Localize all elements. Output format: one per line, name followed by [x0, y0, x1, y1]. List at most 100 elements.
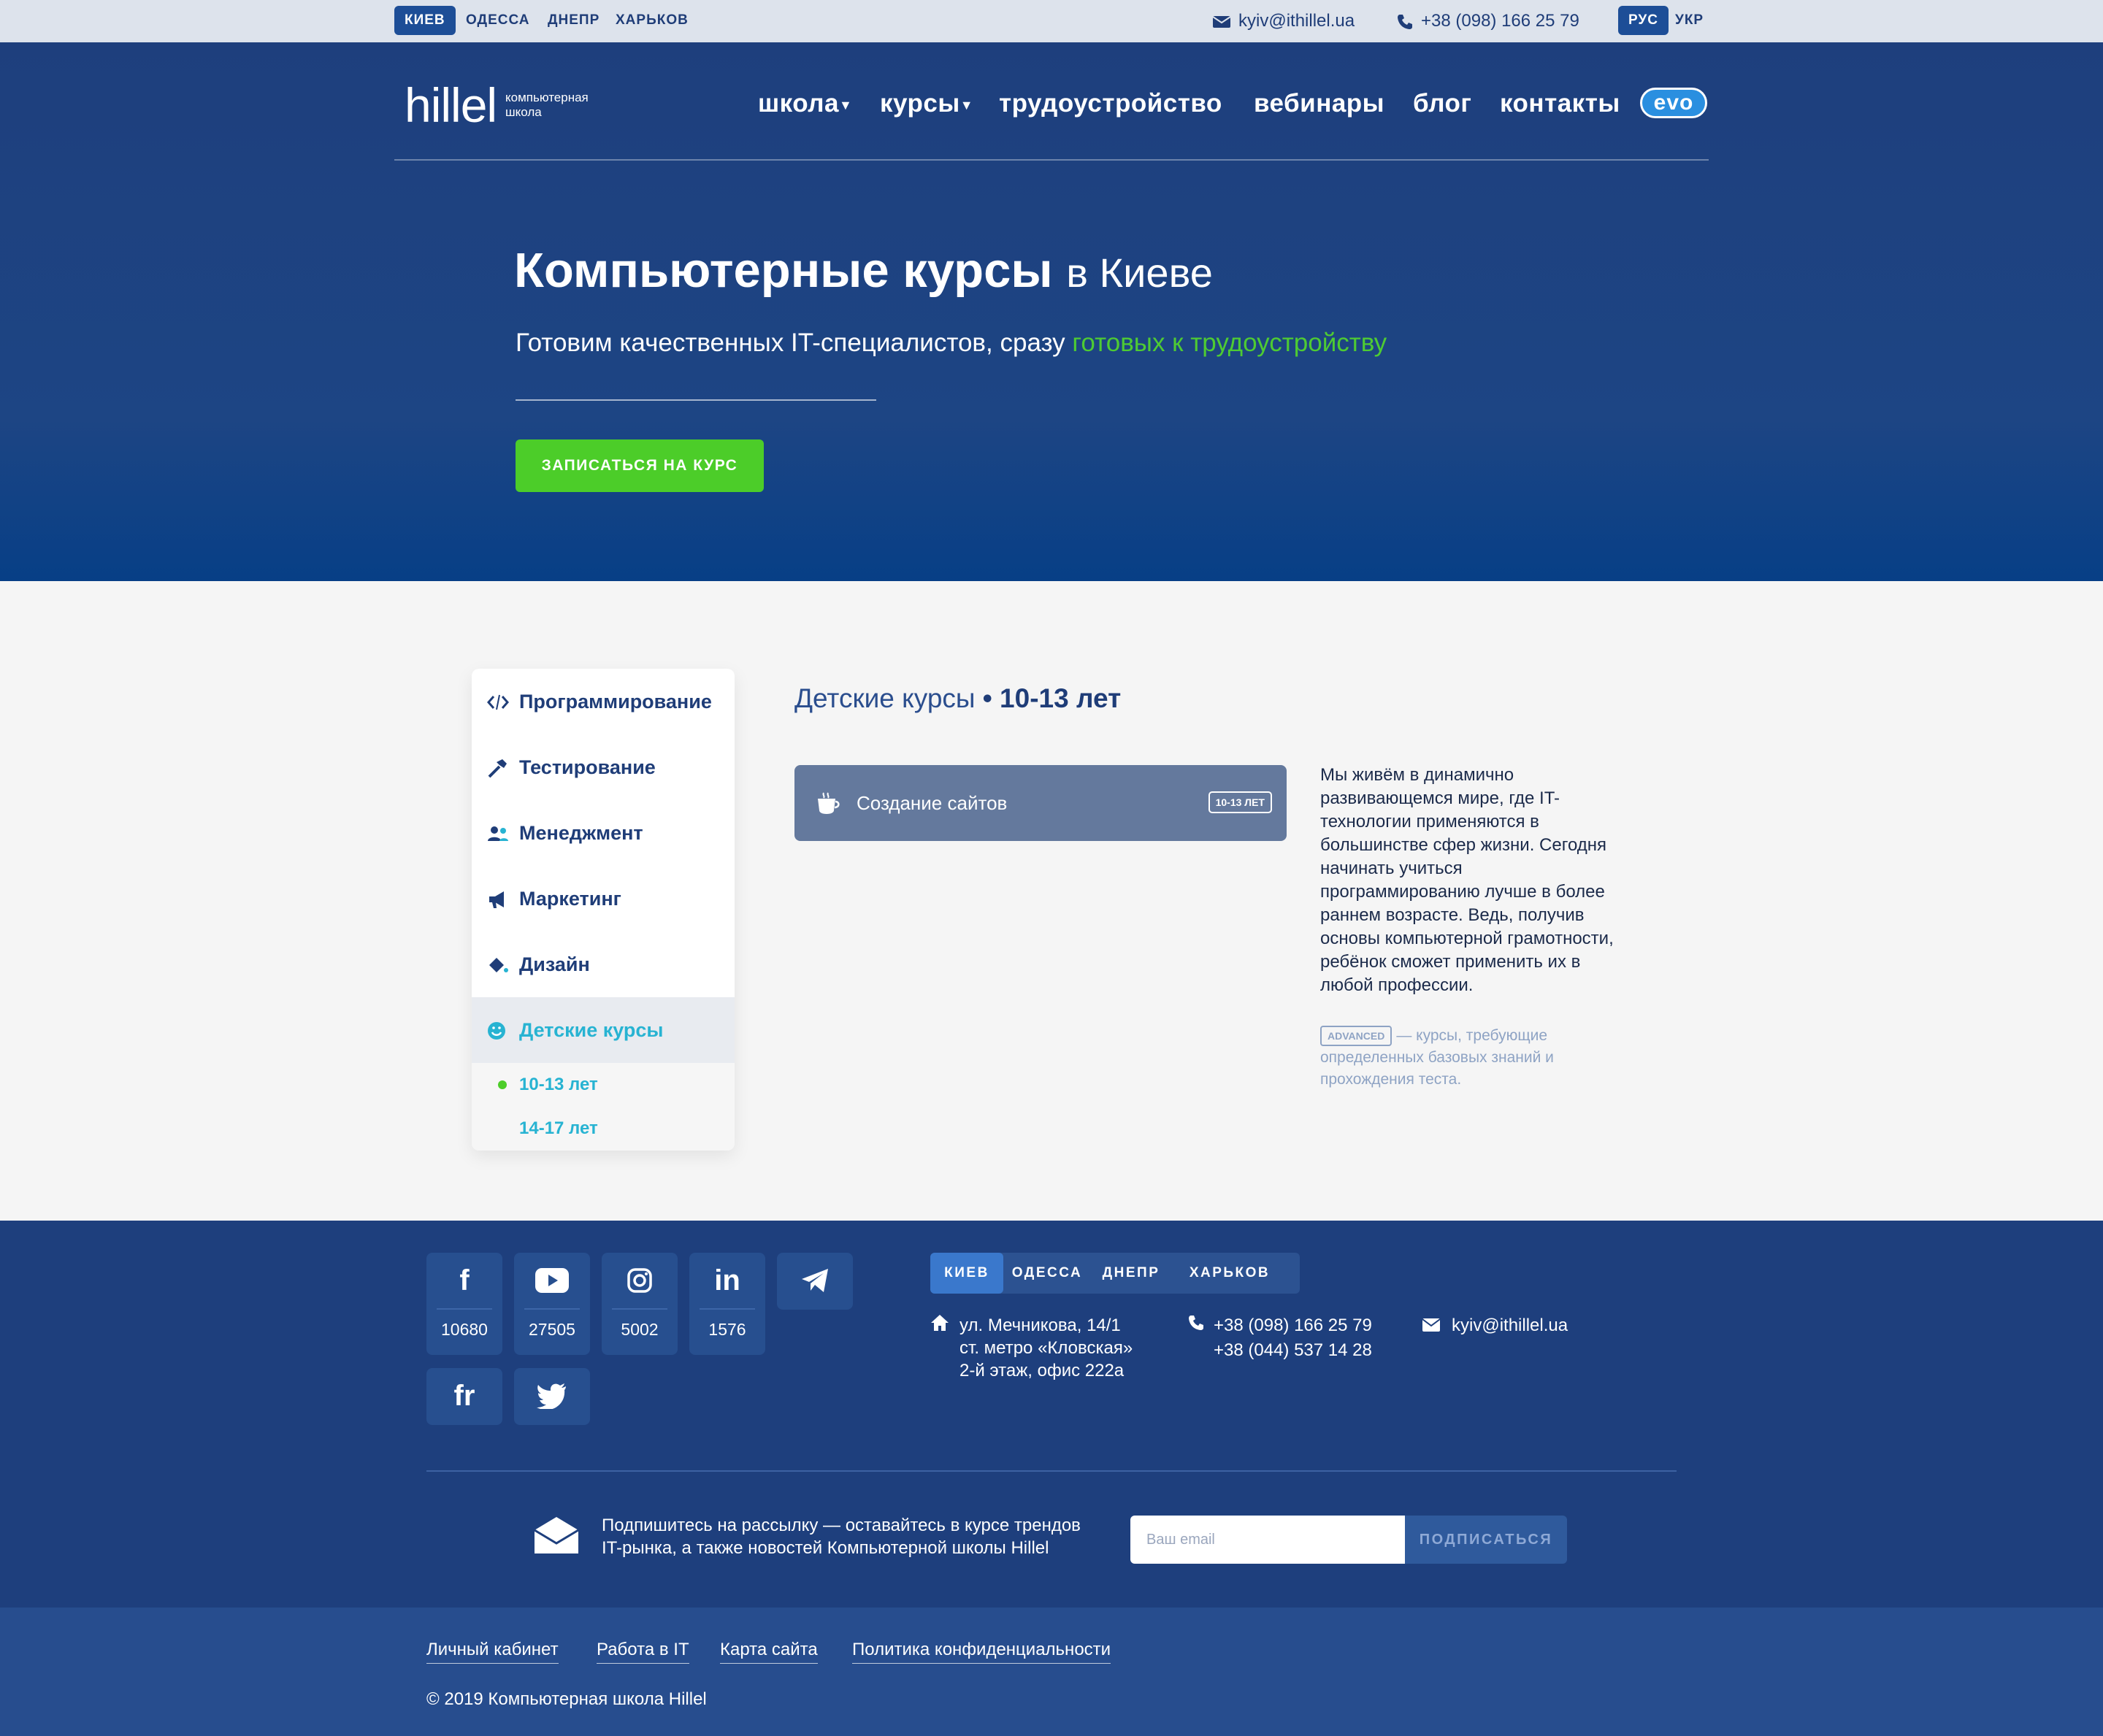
city-dnipro-link[interactable]: ДНЕПР [537, 6, 610, 35]
youtube-link[interactable]: 27505 [514, 1253, 590, 1355]
twitter-link[interactable] [514, 1368, 590, 1425]
nav-courses[interactable]: курсы▼ [880, 82, 973, 127]
telegram-icon [777, 1263, 853, 1298]
sidebar-item-kids[interactable]: Детские курсы [472, 997, 735, 1063]
advanced-note: ADVANCED — курсы, требующие определенных … [1320, 1025, 1612, 1091]
phone-icon [1398, 14, 1412, 29]
hero-subtitle-accent: готовых к трудоустройству [1072, 329, 1387, 357]
nav-school-label: школа [758, 89, 839, 118]
nav-blog[interactable]: блог [1413, 82, 1471, 126]
top-bar: КИЕВ ОДЕССА ДНЕПР ХАРЬКОВ kyiv@ithillel.… [0, 0, 2103, 42]
facebook-link[interactable]: f 10680 [426, 1253, 502, 1355]
topbar-phone[interactable]: +38 (098) 166 25 79 [1396, 9, 1579, 34]
age-badge: 10-13 ЛЕТ [1208, 791, 1272, 813]
nav-school[interactable]: школа▼ [758, 82, 852, 127]
telegram-link[interactable] [777, 1253, 853, 1310]
section-title: Детские курсы • 10-13 лет [794, 683, 1121, 714]
lang-ua-link[interactable]: УКР [1665, 6, 1714, 35]
section-title-age: 10-13 лет [1000, 683, 1122, 713]
category-sidebar: Программирование Тестирование Менеджмент… [472, 669, 735, 1151]
team-icon [488, 826, 508, 841]
link-privacy-policy[interactable]: Политика конфиденциальности [852, 1640, 1111, 1664]
city-odessa-link[interactable]: ОДЕССА [456, 6, 540, 35]
subscribe-text-line-2: IT-рынка, а также новостей Компьютерной … [602, 1538, 1049, 1558]
advanced-badge: ADVANCED [1320, 1026, 1393, 1047]
linkedin-icon: in [714, 1264, 740, 1297]
section-title-separator: • [982, 683, 992, 713]
envelope-icon [534, 1517, 579, 1553]
cup-icon [818, 792, 840, 814]
sidebar-item-label: Маркетинг [519, 888, 621, 910]
nav-webinars[interactable]: вебинары [1254, 82, 1384, 126]
sidebar-item-label: Менеджмент [519, 822, 643, 844]
sidebar-item-marketing[interactable]: Маркетинг [472, 866, 735, 932]
sidebar-subitem-14-17[interactable]: 14-17 лет [472, 1107, 735, 1151]
link-personal-cabinet[interactable]: Личный кабинет [426, 1640, 559, 1664]
linkedin-count: 1576 [708, 1320, 746, 1339]
sidebar-item-programming[interactable]: Программирование [472, 669, 735, 734]
facebook-icon: f [459, 1264, 470, 1297]
footer-phone-1[interactable]: +38 (098) 166 25 79 [1214, 1314, 1372, 1337]
mail-icon [1422, 1318, 1440, 1332]
page-title-bold: Компьютерные курсы [514, 243, 1053, 298]
footer-tab-odessa[interactable]: ОДЕССА [1003, 1253, 1091, 1294]
home-icon [931, 1315, 949, 1331]
nav-employment[interactable]: трудоустройство [999, 82, 1222, 126]
linkedin-link[interactable]: in 1576 [689, 1253, 765, 1355]
footer-tab-dnipro[interactable]: ДНЕПР [1091, 1253, 1171, 1294]
footer-address-line-1: ул. Мечникова, 14/1 [959, 1316, 1121, 1335]
instagram-icon [602, 1263, 678, 1298]
topbar-email[interactable]: kyiv@ithillel.ua [1212, 9, 1355, 34]
city-kharkiv-link[interactable]: ХАРЬКОВ [605, 6, 699, 35]
copyright: © 2019 Компьютерная школа Hillel [426, 1689, 707, 1709]
footer-tab-kharkiv[interactable]: ХАРЬКОВ [1171, 1253, 1288, 1294]
subscribe-text-line-1: Подпишитесь на рассылку — оставайтесь в … [602, 1516, 1081, 1535]
course-name: Создание сайтов [857, 792, 1008, 814]
hammer-icon [488, 759, 507, 778]
footer: f 10680 27505 5002 in 1576 fr КИЕВ ОДЕСС… [0, 1221, 2103, 1608]
enroll-button[interactable]: ЗАПИСАТЬСЯ НА КУРС [516, 439, 764, 492]
link-work-in-it[interactable]: Работа в IT [597, 1640, 689, 1664]
chevron-down-icon: ▼ [959, 97, 974, 112]
chevron-down-icon: ▼ [838, 97, 853, 112]
divider [437, 1308, 492, 1310]
subscribe-button[interactable]: ПОДПИСАТЬСЯ [1405, 1516, 1567, 1564]
freelance-link[interactable]: fr [426, 1368, 502, 1425]
hero-subtitle: Готовим качественных IT-специалистов, ср… [516, 329, 1387, 358]
nav-contacts[interactable]: контакты [1500, 82, 1620, 126]
city-kyiv-link[interactable]: КИЕВ [394, 6, 456, 35]
footer-email[interactable]: kyiv@ithillel.ua [1452, 1314, 1568, 1337]
sidebar-subitem-10-13[interactable]: 10-13 лет [472, 1063, 735, 1107]
sidebar-item-testing[interactable]: Тестирование [472, 734, 735, 800]
divider [612, 1308, 667, 1310]
evo-badge[interactable]: evo [1640, 88, 1707, 118]
code-icon [487, 694, 509, 710]
link-sitemap[interactable]: Карта сайта [720, 1640, 818, 1664]
lang-ru-link[interactable]: РУС [1618, 6, 1669, 35]
sidebar-item-management[interactable]: Менеджмент [472, 800, 735, 866]
footer-divider [426, 1470, 1677, 1472]
sidebar-subitem-label: 10-13 лет [519, 1075, 598, 1094]
sidebar-item-label: Программирование [519, 691, 712, 713]
footer-tab-kyiv[interactable]: КИЕВ [930, 1253, 1003, 1294]
freelance-icon: fr [453, 1380, 475, 1412]
hero-section: hillel компьютерная школа школа▼ курсы▼ … [0, 42, 2103, 581]
mail-icon [1212, 15, 1231, 28]
footer-phone-2[interactable]: +38 (044) 537 14 28 [1214, 1339, 1372, 1361]
page-title: Компьютерные курсы в Киеве [514, 242, 1213, 299]
sidebar-item-design[interactable]: Дизайн [472, 932, 735, 997]
hero-divider [516, 399, 876, 401]
sidebar-item-label: Дизайн [519, 953, 590, 975]
course-card[interactable]: Создание сайтов 10-13 ЛЕТ [794, 765, 1287, 841]
smile-icon [488, 1022, 505, 1040]
paint-bucket-icon [489, 958, 508, 972]
course-description: Мы живём в динамично развивающемся мире,… [1320, 765, 1614, 995]
footer-address-line-2: ст. метро «Кловская» [959, 1338, 1133, 1358]
phone-icon [1189, 1316, 1203, 1330]
nav-courses-label: курсы [880, 89, 960, 118]
youtube-count: 27505 [529, 1320, 575, 1339]
instagram-link[interactable]: 5002 [602, 1253, 678, 1355]
logo-subtitle: компьютерная школа [505, 91, 589, 119]
topbar-email-text: kyiv@ithillel.ua [1238, 11, 1355, 31]
email-field[interactable] [1130, 1516, 1405, 1564]
